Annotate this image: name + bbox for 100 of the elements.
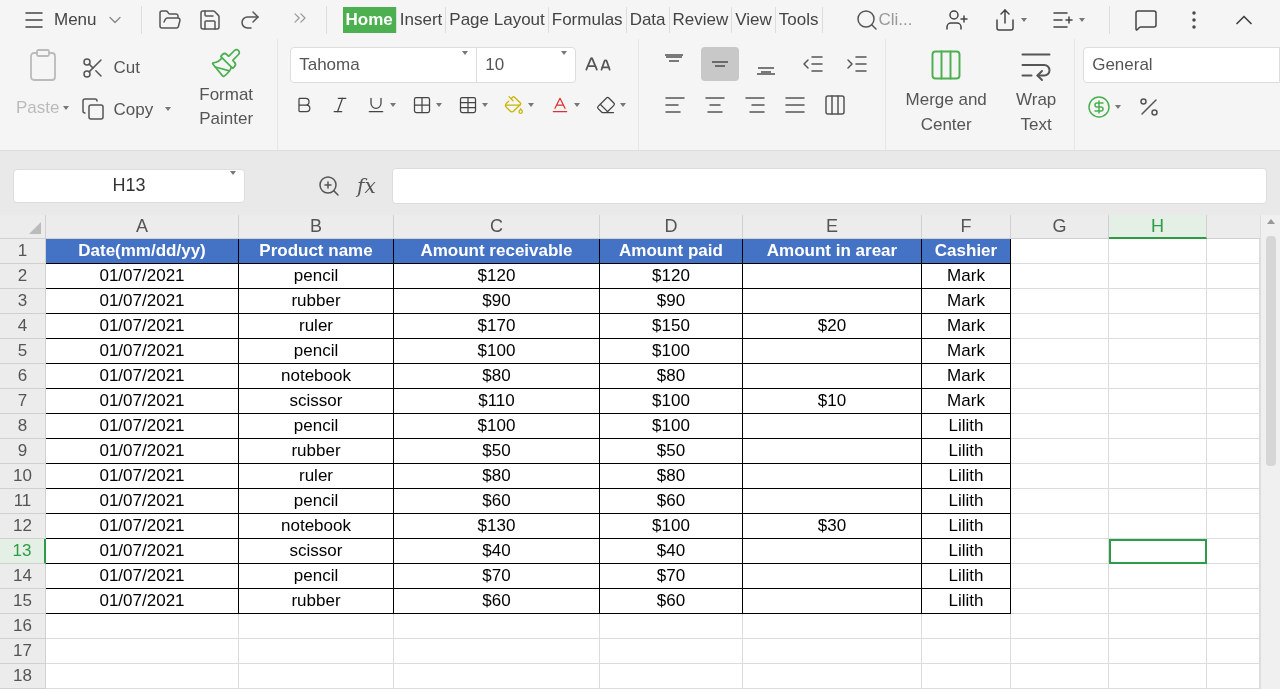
row-number[interactable]: 18 (0, 664, 46, 689)
search-icon[interactable] (854, 7, 879, 32)
empty-cell[interactable] (743, 264, 922, 289)
table-cell: Mark (922, 289, 1011, 314)
row-number[interactable]: 10 (0, 464, 46, 489)
empty-cell[interactable] (743, 339, 922, 364)
table-cell: $110 (394, 389, 600, 414)
column-heading: Cashier (922, 239, 1011, 264)
table-cell: $120 (600, 264, 743, 289)
row-number[interactable]: 1 (0, 239, 46, 264)
caret-icon (1021, 17, 1027, 22)
table-cell: $60 (600, 489, 743, 514)
row-number[interactable]: 5 (0, 339, 46, 364)
ribbon-tab[interactable]: Data (626, 6, 670, 33)
table-cell: 01/07/2021 (46, 439, 239, 464)
row-number[interactable]: 8 (0, 414, 46, 439)
ribbon-tab[interactable]: Page Layout (446, 6, 549, 33)
row-number[interactable]: 11 (0, 489, 46, 514)
table-cell: Lilith (922, 564, 1011, 589)
ribbon-tab[interactable]: Formulas (548, 6, 627, 33)
table-cell: rubber (239, 589, 394, 614)
borders-icon[interactable] (412, 95, 433, 116)
distribute-icon[interactable] (823, 93, 848, 118)
align-icon (664, 54, 685, 63)
row-number[interactable]: 2 (0, 264, 46, 289)
scroll-up-icon[interactable] (1266, 219, 1275, 224)
row-number[interactable]: 12 (0, 514, 46, 539)
function-label[interactable]: fx (357, 170, 376, 201)
table-cell: 01/07/2021 (46, 589, 239, 614)
zoom-icon[interactable] (317, 173, 341, 198)
empty-cell[interactable] (743, 564, 922, 589)
format-painter-button[interactable]: Format Painter (191, 47, 262, 151)
open-folder-icon[interactable] (157, 7, 182, 32)
row-number[interactable]: 9 (0, 439, 46, 464)
formula-field[interactable] (391, 167, 1267, 204)
ribbon-tab[interactable]: View (732, 6, 776, 33)
row-number[interactable]: 3 (0, 289, 46, 314)
caret-icon (436, 103, 443, 108)
ribbon-tab[interactable]: Insert (396, 6, 447, 33)
save-icon[interactable] (197, 7, 222, 32)
table-cell: $60 (394, 589, 600, 614)
share-icon[interactable] (993, 7, 1017, 32)
cell-style-icon[interactable] (458, 95, 479, 116)
table-cell: $90 (600, 289, 743, 314)
table-cell: ruler (239, 464, 394, 489)
vertical-align-button[interactable] (701, 47, 740, 82)
table-cell: pencil (239, 339, 394, 364)
table-cell: Lilith (922, 464, 1011, 489)
eraser-icon[interactable] (596, 95, 617, 116)
cut-button[interactable]: Cut (81, 55, 172, 81)
table-cell: Lilith (922, 514, 1011, 539)
column-heading: Amount in arear (743, 239, 922, 264)
row-number[interactable]: 15 (0, 589, 46, 614)
row-number[interactable]: 16 (0, 614, 46, 639)
empty-cell[interactable] (743, 439, 922, 464)
add-user-icon[interactable] (945, 7, 969, 32)
row-number[interactable]: 7 (0, 389, 46, 414)
number-format-field[interactable]: General (1083, 47, 1280, 84)
merge-and-center-button[interactable]: Merge and Center (898, 47, 995, 151)
currency-icon[interactable] (1087, 95, 1112, 120)
caret-icon (1115, 105, 1122, 110)
selected-cell[interactable] (1109, 539, 1207, 564)
row-number[interactable]: 17 (0, 639, 46, 664)
table-cell: 01/07/2021 (46, 389, 239, 414)
empty-cell[interactable] (743, 289, 922, 314)
empty-cell[interactable] (743, 464, 922, 489)
table-cell: $170 (394, 314, 600, 339)
table-cell: Mark (922, 389, 1011, 414)
empty-cell[interactable] (743, 364, 922, 389)
search-field[interactable]: Cli... (878, 6, 929, 33)
menu-button[interactable]: Menu (22, 6, 125, 33)
table-cell: $80 (394, 364, 600, 389)
row-number[interactable]: 14 (0, 564, 46, 589)
column-heading: Date(mm/dd/yy) (46, 239, 239, 264)
wrap-text-button[interactable]: Wrap Text (1010, 47, 1063, 151)
ribbon-tab[interactable]: Tools (775, 6, 823, 33)
table-cell: $30 (743, 514, 922, 539)
table-cell: notebook (239, 514, 394, 539)
empty-cell[interactable] (743, 414, 922, 439)
table-cell: 01/07/2021 (46, 264, 239, 289)
empty-cell[interactable] (743, 539, 922, 564)
fill-color-icon[interactable] (504, 95, 525, 116)
row-number[interactable]: 6 (0, 364, 46, 389)
comment-icon[interactable] (1134, 7, 1158, 32)
caret-icon (620, 103, 627, 108)
ribbon-tab[interactable]: Review (669, 6, 733, 33)
column-heading: Amount receivable (394, 239, 600, 264)
row-number[interactable]: 4 (0, 314, 46, 339)
table-cell: $100 (394, 339, 600, 364)
table-cell: 01/07/2021 (46, 539, 239, 564)
table-cell: $100 (600, 389, 743, 414)
empty-cell[interactable] (743, 589, 922, 614)
name-box[interactable]: H13 (13, 168, 245, 203)
empty-cell[interactable] (743, 489, 922, 514)
table-cell: ruler (239, 314, 394, 339)
table-cell: 01/07/2021 (46, 489, 239, 514)
copy-button[interactable]: Copy (81, 96, 172, 123)
scrollbar-thumb[interactable] (1265, 236, 1276, 466)
table-cell: $10 (743, 389, 922, 414)
table-cell: pencil (239, 414, 394, 439)
